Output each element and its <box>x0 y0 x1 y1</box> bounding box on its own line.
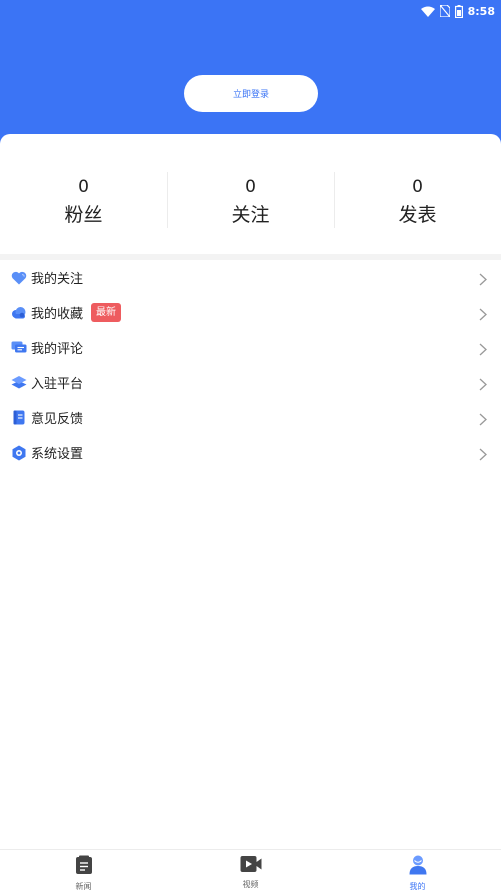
battery-icon <box>454 4 463 18</box>
video-icon <box>240 855 262 877</box>
stat-following[interactable]: 0 关注 <box>167 172 334 232</box>
tab-label: 我的 <box>409 882 426 891</box>
stat-value: 0 <box>245 177 256 197</box>
bottom-tab-bar: 新闻 视频 我的 <box>0 849 501 893</box>
stat-posts[interactable]: 0 发表 <box>334 172 501 232</box>
menu-list: 我的关注 我的收藏 最新 我的评论 入驻平台 意见反馈 系统设置 <box>0 260 501 470</box>
menu-item-label: 系统设置 <box>31 447 84 462</box>
tab-news[interactable]: 新闻 <box>0 850 167 893</box>
tab-video[interactable]: 视频 <box>167 850 334 893</box>
menu-item-feedback[interactable]: 意见反馈 <box>0 400 501 435</box>
cloud-icon <box>11 305 27 321</box>
stats-row: 0 粉丝 0 关注 0 发表 <box>0 172 501 232</box>
user-icon <box>409 855 427 879</box>
no-sim-icon <box>439 5 450 17</box>
news-icon <box>75 855 93 879</box>
stat-value: 0 <box>78 177 89 197</box>
chevron-right-icon <box>479 341 487 360</box>
menu-item-label: 我的评论 <box>31 342 84 357</box>
chevron-right-icon <box>479 446 487 465</box>
tab-mine[interactable]: 我的 <box>334 850 501 893</box>
stat-followers[interactable]: 0 粉丝 <box>0 172 167 232</box>
tab-label: 新闻 <box>75 882 92 891</box>
chevron-right-icon <box>479 306 487 325</box>
chevron-right-icon <box>479 411 487 430</box>
menu-item-comments[interactable]: 我的评论 <box>0 330 501 365</box>
new-badge: 最新 <box>91 303 122 322</box>
status-bar: 8:58 <box>420 2 495 20</box>
menu-item-label: 我的收藏 <box>31 307 84 322</box>
status-time: 8:58 <box>467 4 495 18</box>
settings-icon <box>11 445 27 461</box>
stats-card: 0 粉丝 0 关注 0 发表 <box>0 134 501 258</box>
stat-label: 粉丝 <box>64 204 103 226</box>
wifi-icon <box>420 6 435 17</box>
menu-item-following[interactable]: 我的关注 <box>0 260 501 295</box>
stat-value: 0 <box>412 177 423 197</box>
heart-icon <box>11 270 27 286</box>
tab-label: 视频 <box>242 880 259 889</box>
menu-item-favorites[interactable]: 我的收藏 最新 <box>0 295 501 330</box>
menu-item-label: 入驻平台 <box>31 377 84 392</box>
menu-item-join-platform[interactable]: 入驻平台 <box>0 365 501 400</box>
chevron-right-icon <box>479 376 487 395</box>
comment-icon <box>11 340 27 356</box>
login-button[interactable]: 立即登录 <box>184 75 318 112</box>
menu-item-settings[interactable]: 系统设置 <box>0 435 501 470</box>
layers-icon <box>11 375 27 391</box>
chevron-right-icon <box>479 271 487 290</box>
stat-label: 发表 <box>398 204 437 226</box>
stat-label: 关注 <box>231 204 270 226</box>
menu-item-label: 我的关注 <box>31 272 84 287</box>
document-icon <box>11 410 27 426</box>
menu-item-label: 意见反馈 <box>31 412 84 427</box>
